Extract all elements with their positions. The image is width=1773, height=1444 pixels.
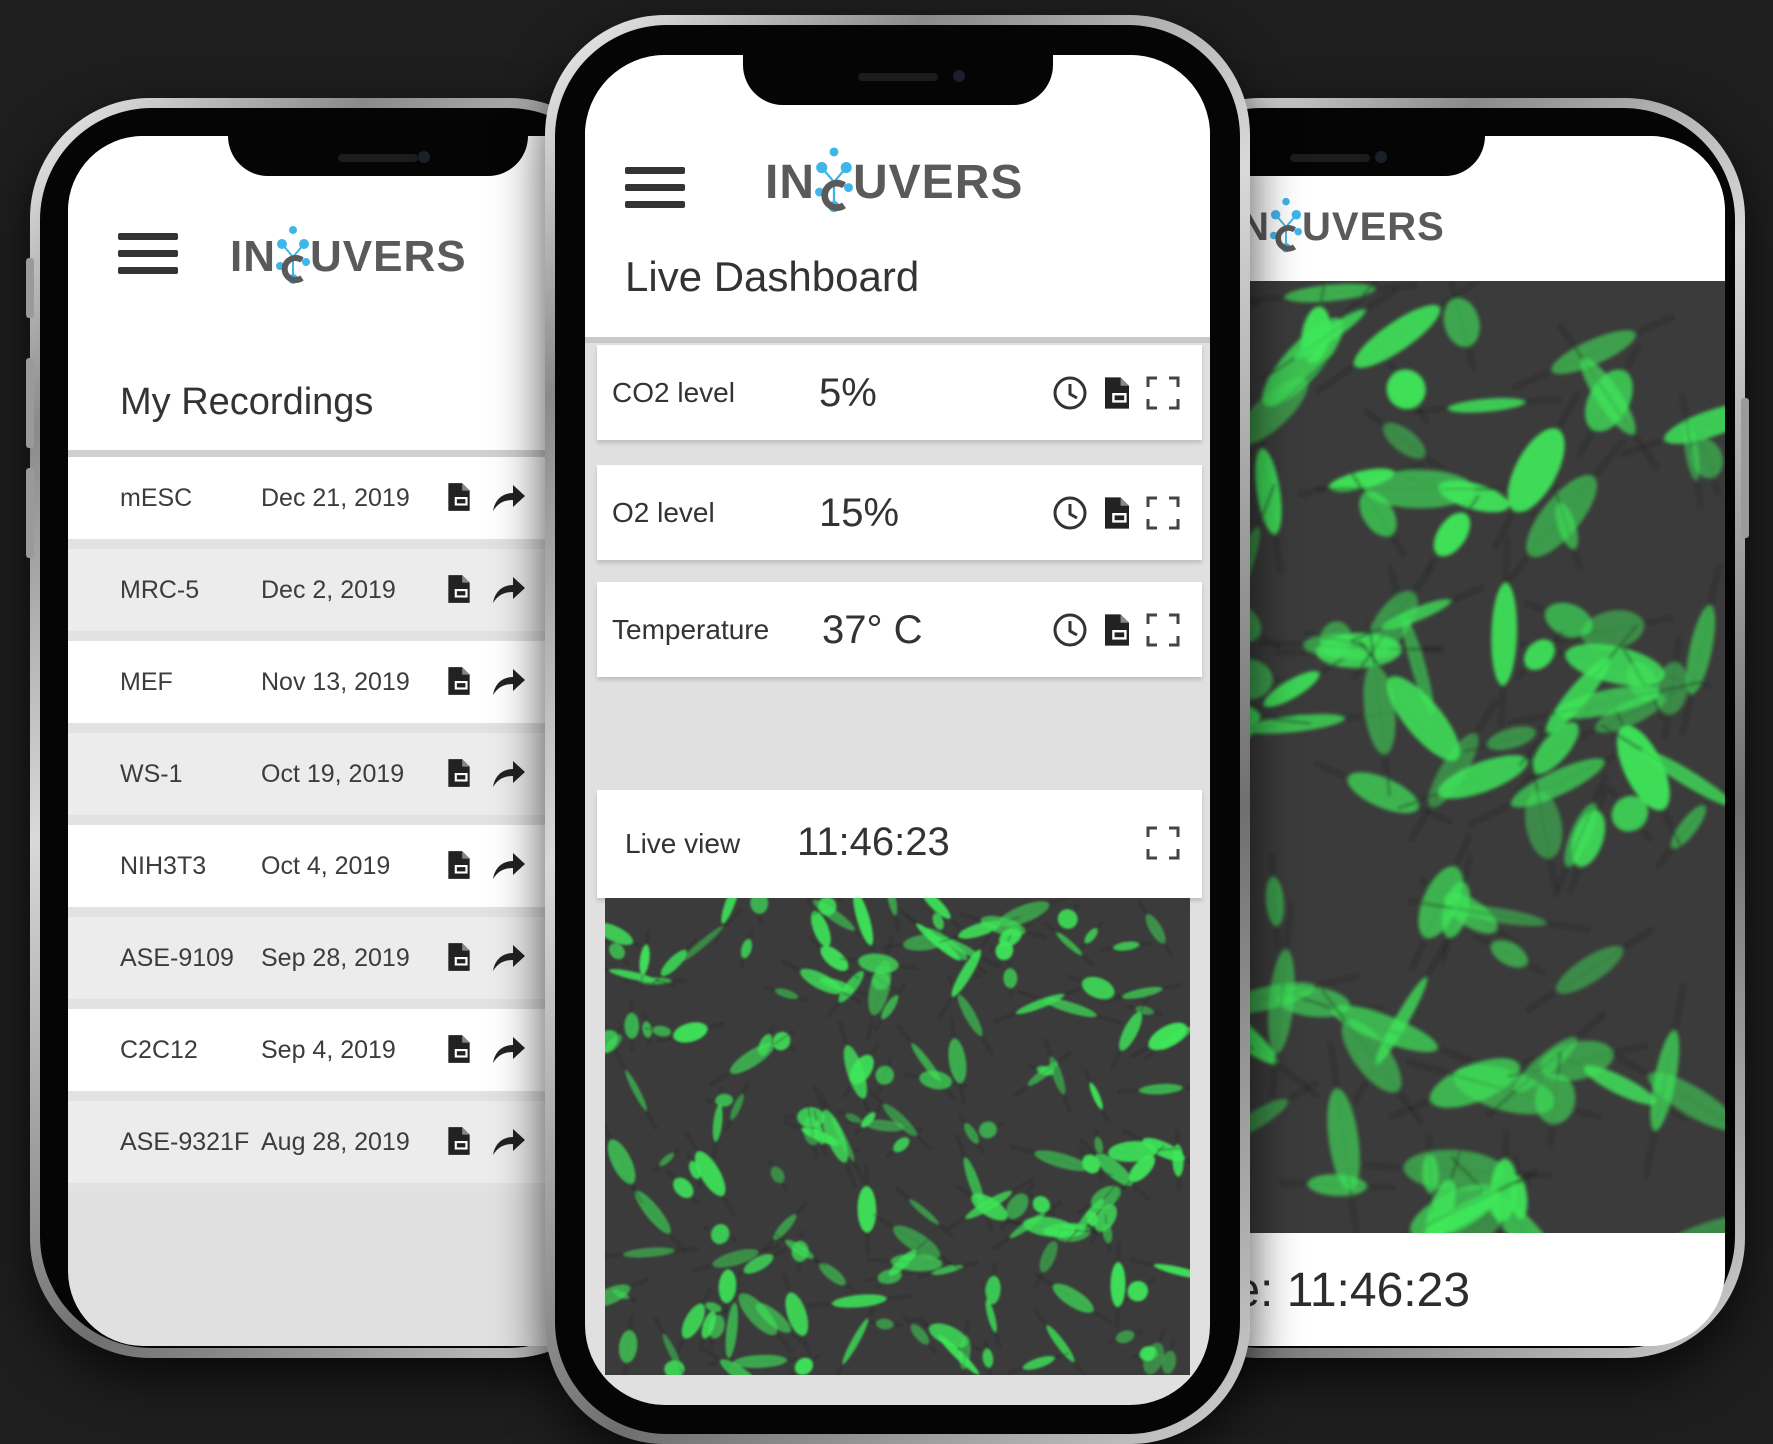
recording-date: Nov 13, 2019 [261,667,410,696]
molecule-icon [1270,194,1302,260]
live-view-icons [1146,826,1180,865]
molecule-icon [815,143,853,221]
live-view-label: Live view [625,828,741,859]
clock-icon[interactable] [1052,375,1088,416]
recording-row[interactable]: ASE-9109 Sep 28, 2019 [68,917,628,1009]
file-icon[interactable] [446,849,472,886]
recordings-screen: IN UVERS My Recordings mESC Dec 21, 2019… [68,136,628,1346]
fullscreen-icon[interactable] [1146,826,1180,865]
recording-date: Sep 4, 2019 [261,1035,396,1064]
clock-icon[interactable] [1052,495,1088,536]
metric-icons [1052,375,1180,416]
volume-up-button [26,358,34,448]
recording-name: MEF [120,667,173,696]
file-icon[interactable] [446,665,472,702]
recording-name: WS-1 [120,759,183,788]
file-icon[interactable] [446,481,472,518]
front-camera [418,151,430,163]
recording-row[interactable]: mESC Dec 21, 2019 [68,457,628,549]
share-icon[interactable] [491,943,527,978]
recording-row[interactable]: C2C12 Sep 4, 2019 [68,1009,628,1101]
clock-icon[interactable] [1052,612,1088,653]
metric-label: Temperature [612,614,770,645]
divider [68,450,628,457]
promo-stage: IN UVERS My Recordings mESC Dec 21, 2019… [0,0,1773,1444]
share-icon[interactable] [491,1035,527,1070]
notch [742,55,1053,105]
metric-card: CO2 level 5% [597,345,1202,440]
dashboard-screen: IN UVERS Live Dashboard CO2 level 5% O2 … [585,55,1210,1405]
share-icon[interactable] [491,759,527,794]
incuvers-logo: IN UVERS [230,222,467,292]
recording-name: C2C12 [120,1035,198,1064]
recording-row[interactable]: ASE-9321F Aug 28, 2019 [68,1101,628,1193]
live-view-card: Live view 11:46:23 [597,790,1202,898]
incuvers-logo: IN UVERS [1228,194,1445,260]
menu-icon[interactable] [625,167,685,209]
live-view-time: 11:46:23 [797,820,950,864]
file-icon[interactable] [446,1125,472,1162]
file-icon[interactable] [446,757,472,794]
recordings-app-bar: IN UVERS My Recordings [68,136,628,450]
metric-label: O2 level [612,497,715,528]
speaker [338,154,418,162]
metric-value: 5% [819,371,877,415]
recording-row[interactable]: MEF Nov 13, 2019 [68,641,628,733]
file-icon[interactable] [446,941,472,978]
recording-row[interactable]: MRC-5 Dec 2, 2019 [68,549,628,641]
file-icon[interactable] [1102,375,1132,416]
metric-value: 15% [819,491,900,535]
front-camera [1375,151,1387,163]
share-icon[interactable] [491,1127,527,1162]
recording-name: ASE-9109 [120,943,234,972]
page-title: My Recordings [120,381,374,423]
speaker [1290,154,1370,162]
incuvers-logo: IN UVERS [765,143,1023,221]
recording-name: mESC [120,483,193,512]
recording-date: Oct 19, 2019 [261,759,405,788]
recording-date: Sep 28, 2019 [261,943,410,972]
share-icon[interactable] [491,667,527,702]
phone-center: IN UVERS Live Dashboard CO2 level 5% O2 … [545,15,1250,1444]
menu-icon[interactable] [118,233,178,275]
metric-label: CO2 level [612,377,735,408]
recording-name: NIH3T3 [120,851,207,880]
file-icon[interactable] [446,1033,472,1070]
file-icon[interactable] [446,573,472,610]
metric-card: O2 level 15% [597,465,1202,560]
divider [585,337,1210,343]
speaker [857,73,938,81]
metric-value: 37° C [822,608,923,652]
recording-date: Dec 2, 2019 [261,575,396,604]
front-camera [952,70,965,82]
metric-icons [1052,612,1180,653]
live-view-image[interactable] [605,898,1190,1375]
power-button [1741,398,1749,538]
recording-date: Dec 21, 2019 [261,483,410,512]
share-icon[interactable] [491,575,527,610]
recordings-list: mESC Dec 21, 2019 MRC-5 Dec 2, 2019 MEF … [68,457,628,1193]
recording-date: Oct 4, 2019 [261,851,391,880]
recording-row[interactable]: NIH3T3 Oct 4, 2019 [68,825,628,917]
recording-row[interactable]: WS-1 Oct 19, 2019 [68,733,628,825]
notch [228,136,528,176]
metric-card: Temperature 37° C [597,582,1202,677]
fullscreen-icon[interactable] [1146,613,1180,652]
molecule-icon [276,222,310,292]
mute-switch [26,258,34,318]
fullscreen-icon[interactable] [1146,496,1180,535]
phone-left: IN UVERS My Recordings mESC Dec 21, 2019… [26,98,630,1358]
fullscreen-icon[interactable] [1146,376,1180,415]
share-icon[interactable] [491,851,527,886]
recording-name: ASE-9321F [120,1127,250,1156]
volume-down-button [26,468,34,558]
recording-date: Aug 28, 2019 [261,1127,410,1156]
share-icon[interactable] [491,483,527,518]
page-title: Live Dashboard [625,253,920,300]
file-icon[interactable] [1102,612,1132,653]
file-icon[interactable] [1102,495,1132,536]
recording-name: MRC-5 [120,575,200,604]
metric-icons [1052,495,1180,536]
